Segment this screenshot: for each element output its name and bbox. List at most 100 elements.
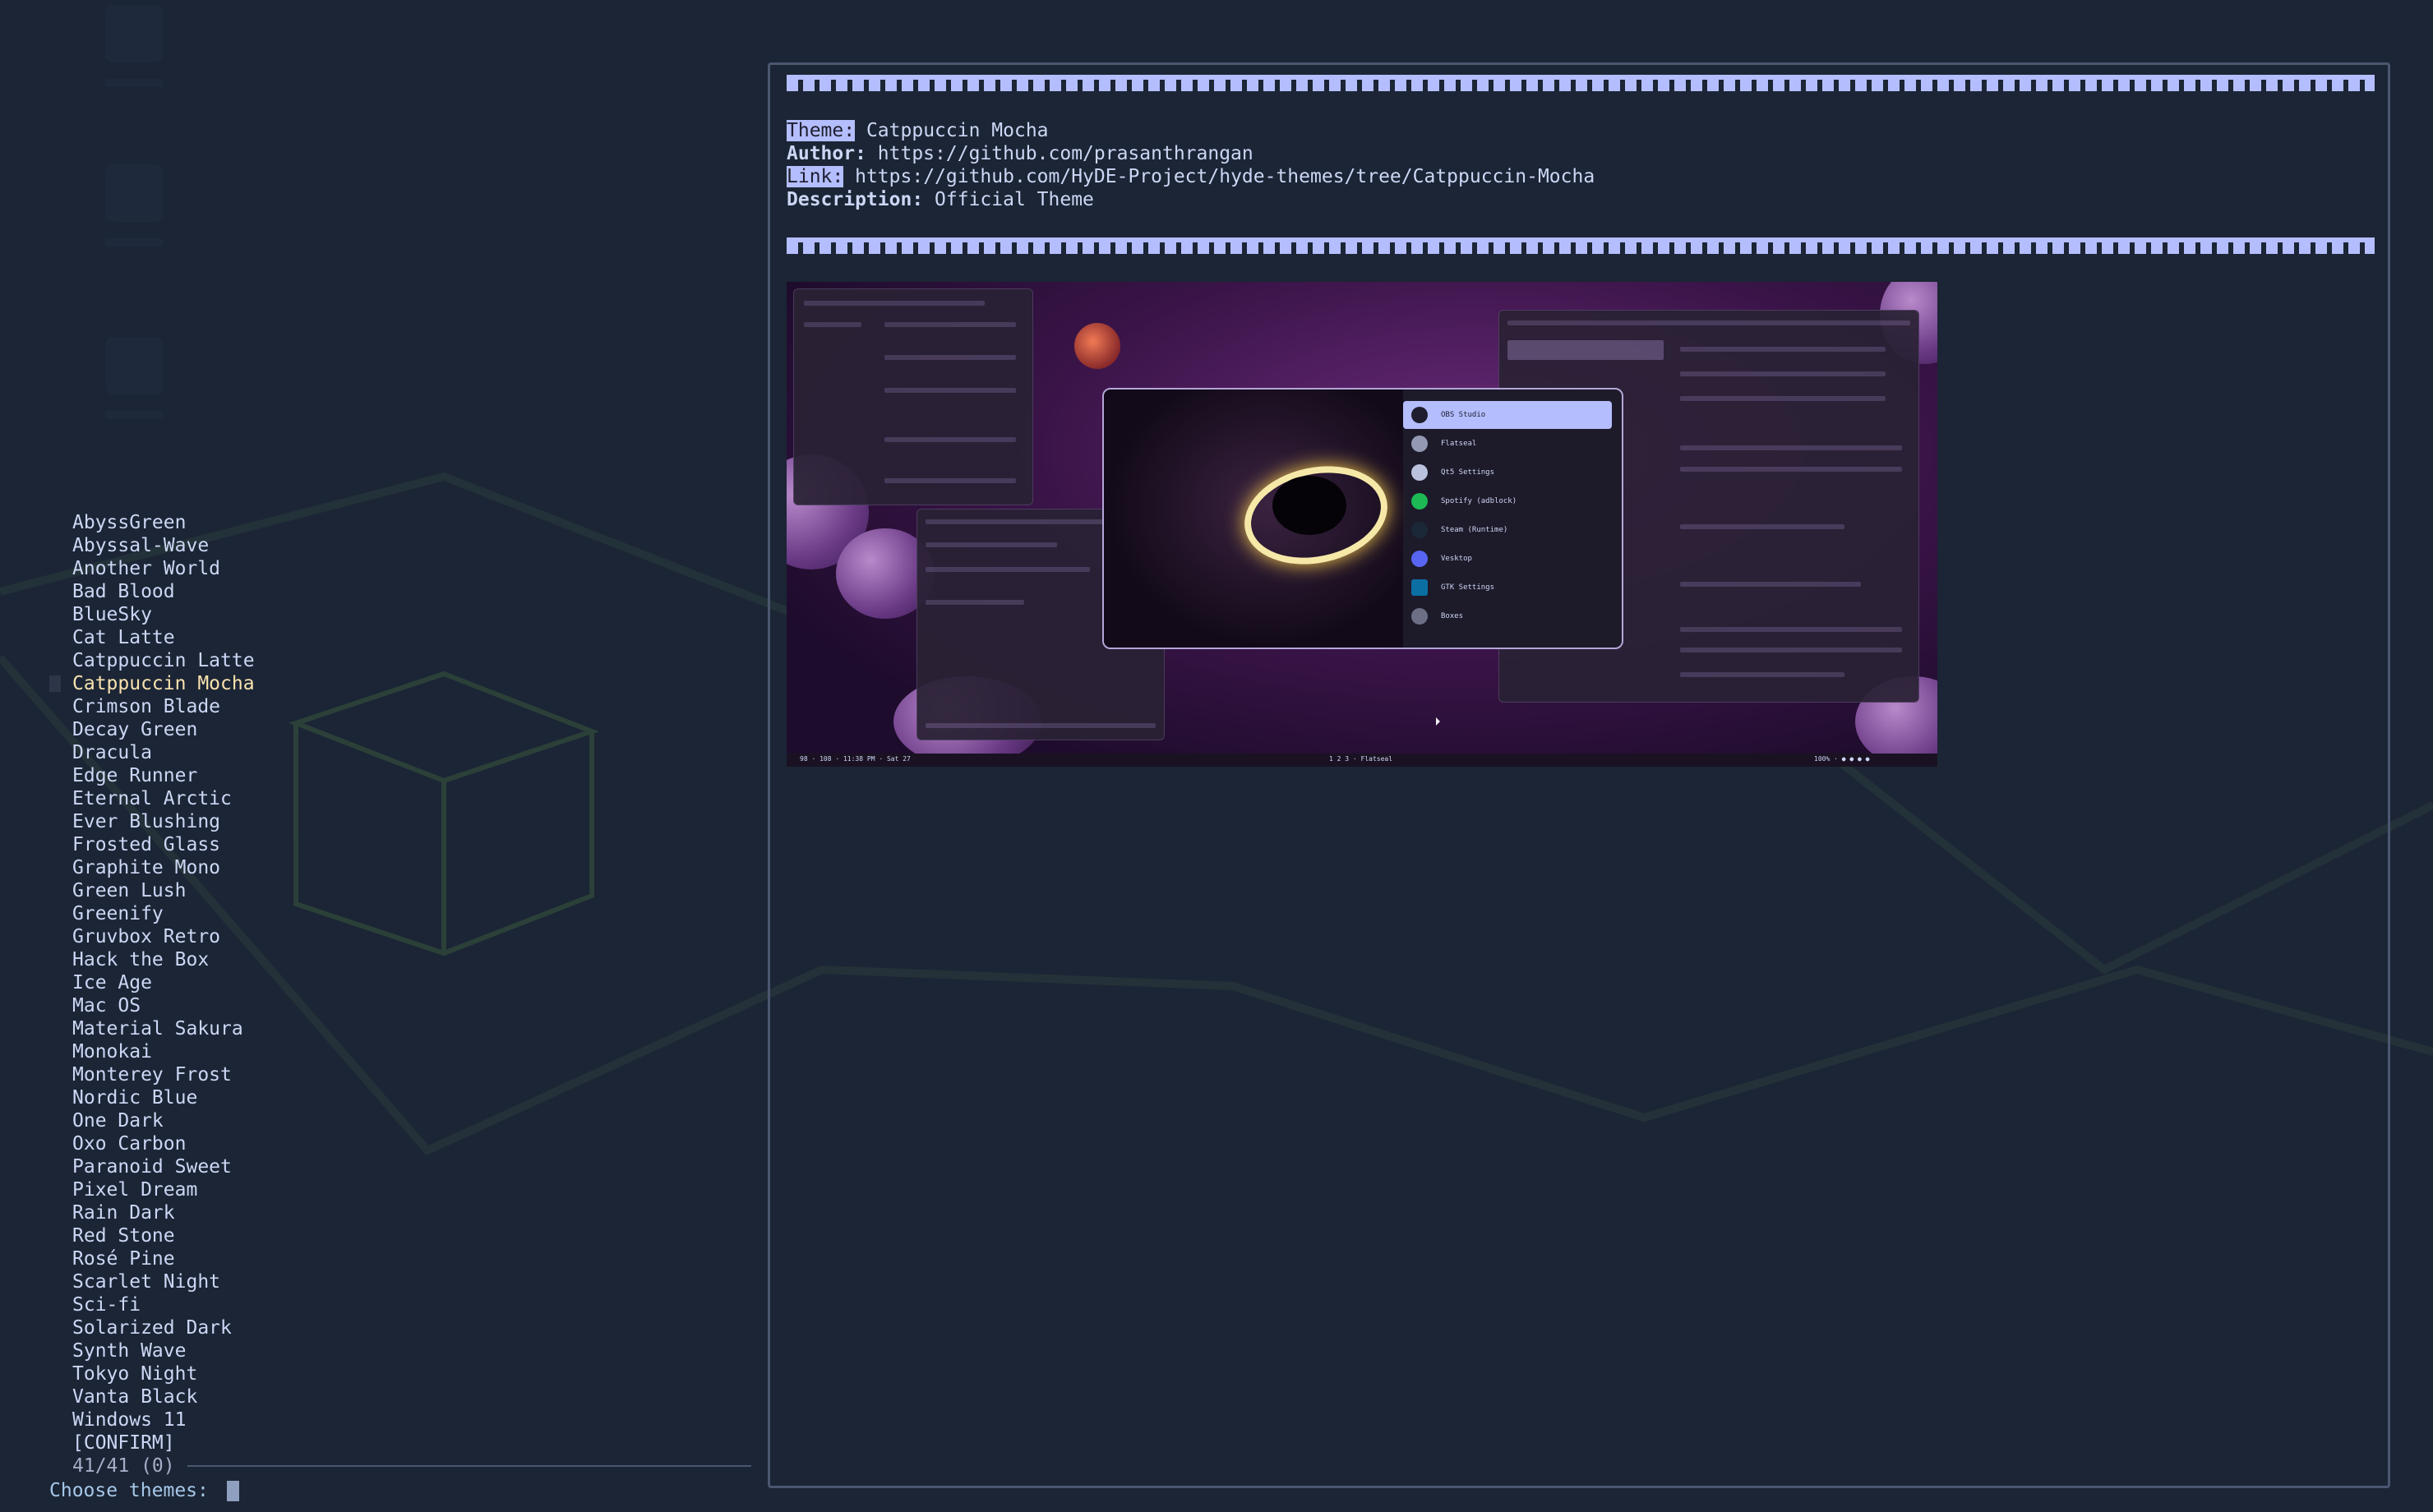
- theme-list-item[interactable]: Windows 11: [72, 1408, 255, 1431]
- description-row: Description: Official Theme: [787, 188, 1595, 211]
- theme-list-item[interactable]: Ice Age: [72, 971, 255, 994]
- match-counter: 41/41 (0): [72, 1455, 175, 1477]
- link-key: Link:: [787, 166, 844, 187]
- theme-list-item[interactable]: Red Stone: [72, 1224, 255, 1247]
- theme-list-item[interactable]: Bad Blood: [72, 580, 255, 603]
- theme-key: Theme:: [787, 120, 856, 141]
- theme-list-item[interactable]: Decay Green: [72, 718, 255, 741]
- theme-list-item[interactable]: Material Sakura: [72, 1017, 255, 1040]
- link-row: Link: https://github.com/HyDE-Project/hy…: [787, 165, 1595, 188]
- window-text-line: [1680, 627, 1902, 632]
- obs-icon: [1411, 407, 1428, 423]
- taskbar-workspaces: 1 2 3 · Flatseal: [1329, 755, 1393, 763]
- boxes-icon: [1411, 608, 1428, 625]
- theme-list-item[interactable]: Frosted Glass: [72, 833, 255, 856]
- theme-list-item[interactable]: Solarized Dark: [72, 1316, 255, 1339]
- launcher-item-obs-studio[interactable]: OBS Studio: [1403, 401, 1612, 429]
- theme-list-item-selected[interactable]: Catppuccin Mocha: [49, 672, 255, 695]
- window-text-line: [1680, 371, 1886, 376]
- theme-list-item[interactable]: Ever Blushing: [72, 810, 255, 833]
- theme-list-item[interactable]: AbyssGreen: [72, 511, 255, 534]
- window-text-line: [1680, 396, 1886, 401]
- prompt-input-cursor[interactable]: [226, 1481, 239, 1501]
- theme-list-item[interactable]: Graphite Mono: [72, 856, 255, 879]
- theme-list-item[interactable]: Abyssal-Wave: [72, 534, 255, 557]
- desktop-icon: [105, 5, 163, 62]
- theme-list-item[interactable]: Crimson Blade: [72, 695, 255, 718]
- prompt-bar: Choose themes:: [49, 1478, 239, 1503]
- theme-list-item[interactable]: Eternal Arctic: [72, 787, 255, 810]
- theme-list-item[interactable]: Vanta Black: [72, 1385, 255, 1408]
- launcher-item-spotify[interactable]: Spotify (adblock): [1403, 487, 1612, 515]
- author-key: Author:: [787, 143, 866, 164]
- theme-list-item[interactable]: BlueSky: [72, 603, 255, 626]
- theme-list-item[interactable]: Greenify: [72, 902, 255, 925]
- theme-list-item[interactable]: Scarlet Night: [72, 1270, 255, 1293]
- launcher-item-flatseal[interactable]: Flatseal: [1403, 430, 1612, 458]
- decorative-divider: [787, 75, 2375, 96]
- theme-list-item[interactable]: Green Lush: [72, 879, 255, 902]
- window-text-line: [1680, 347, 1886, 352]
- window-text-line: [884, 478, 1016, 483]
- launcher-item-label: OBS Studio: [1441, 411, 1486, 419]
- window-text-line: [804, 301, 985, 306]
- window-text-line: [884, 388, 1016, 393]
- confirm-option[interactable]: [CONFIRM]: [72, 1431, 255, 1454]
- preview-pane: Theme: Catppuccin Mocha Author: https://…: [768, 62, 2390, 1488]
- theme-list-item[interactable]: Hack the Box: [72, 948, 255, 971]
- window-text-line: [804, 322, 861, 327]
- theme-preview-image: OBS Studio Flatseal Qt5 Settings Spotify…: [787, 282, 1937, 767]
- launcher-item-steam[interactable]: Steam (Runtime): [1403, 516, 1612, 544]
- theme-list-item[interactable]: Rain Dark: [72, 1201, 255, 1224]
- preview-taskbar: 98 · 108 · 11:38 PM · Sat 27 1 2 3 · Fla…: [787, 754, 1937, 767]
- taskbar-left-status: 98 · 108 · 11:38 PM · Sat 27: [800, 755, 911, 763]
- theme-list-item[interactable]: Catppuccin Latte: [72, 649, 255, 672]
- theme-list-item[interactable]: Sci-fi: [72, 1293, 255, 1316]
- launcher-item-boxes[interactable]: Boxes: [1403, 602, 1612, 630]
- theme-list-item[interactable]: One Dark: [72, 1109, 255, 1132]
- qt-settings-window: [793, 288, 1033, 505]
- theme-list-item[interactable]: Another World: [72, 557, 255, 580]
- theme-list-item[interactable]: Cat Latte: [72, 626, 255, 649]
- theme-list-item[interactable]: Rosé Pine: [72, 1247, 255, 1270]
- window-selected-row: [1507, 340, 1664, 360]
- steam-icon: [1411, 522, 1428, 538]
- theme-list-item[interactable]: Monokai: [72, 1040, 255, 1063]
- qt5-settings-icon: [1411, 464, 1428, 481]
- author-link[interactable]: https://github.com/prasanthrangan: [878, 143, 1253, 164]
- window-text-line: [1680, 467, 1902, 472]
- discord-icon: [1411, 551, 1428, 567]
- theme-list-item[interactable]: Nordic Blue: [72, 1086, 255, 1109]
- window-text-line: [884, 322, 1016, 327]
- window-text-line: [884, 437, 1016, 442]
- theme-row: Theme: Catppuccin Mocha: [787, 119, 1595, 142]
- launcher-item-label: Flatseal: [1441, 440, 1477, 448]
- theme-link[interactable]: https://github.com/HyDE-Project/hyde-the…: [855, 166, 1595, 187]
- window-text-line: [1680, 672, 1844, 677]
- theme-list-item[interactable]: Dracula: [72, 741, 255, 764]
- desktop-icon-label: [105, 411, 163, 419]
- launcher-item-vesktop[interactable]: Vesktop: [1403, 545, 1612, 573]
- gtk-settings-icon: [1411, 579, 1428, 596]
- taskbar-right-status: 100% · ● ● ● ●: [1814, 755, 1870, 763]
- theme-list-item[interactable]: Paranoid Sweet: [72, 1155, 255, 1178]
- window-text-line: [1680, 445, 1902, 450]
- launcher-item-gtk-settings[interactable]: GTK Settings: [1403, 574, 1612, 602]
- theme-list-item[interactable]: Synth Wave: [72, 1339, 255, 1362]
- description-key: Description:: [787, 189, 924, 210]
- theme-list-item[interactable]: Mac OS: [72, 994, 255, 1017]
- window-text-line: [926, 567, 1090, 572]
- launcher-item-qt5-settings[interactable]: Qt5 Settings: [1403, 459, 1612, 486]
- theme-list-item[interactable]: Tokyo Night: [72, 1362, 255, 1385]
- theme-list-item[interactable]: Pixel Dream: [72, 1178, 255, 1201]
- theme-list-item[interactable]: Edge Runner: [72, 764, 255, 787]
- black-hole-core: [1272, 476, 1346, 535]
- author-row: Author: https://github.com/prasanthranga…: [787, 142, 1595, 165]
- theme-list-item[interactable]: Monterey Frost: [72, 1063, 255, 1086]
- theme-list-item[interactable]: Oxo Carbon: [72, 1132, 255, 1155]
- theme-list-item[interactable]: Gruvbox Retro: [72, 925, 255, 948]
- launcher-item-label: Spotify (adblock): [1441, 497, 1517, 505]
- prompt-label: Choose themes:: [49, 1480, 209, 1501]
- launcher-wallpaper: [1104, 390, 1403, 648]
- window-text-line: [1507, 320, 1910, 325]
